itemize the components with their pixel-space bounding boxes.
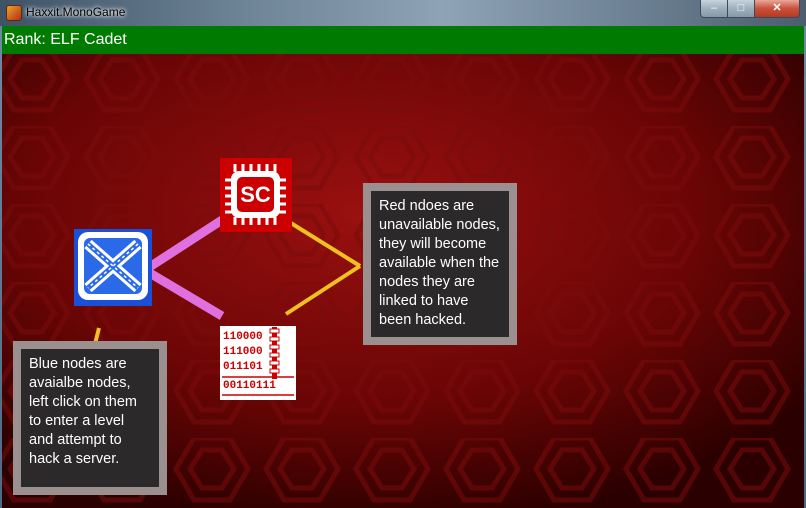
binary-line-4: 00110111: [223, 380, 276, 392]
blue-nodes-tutorial-text: Blue nodes are avaialbe nodes, left clic…: [21, 349, 159, 487]
close-button[interactable]: ✕: [754, 0, 800, 18]
red-nodes-tutorial-text: Red ndoes are unavailable nodes, they wi…: [371, 191, 509, 337]
binary-node[interactable]: 110000 111000 011101 00110111: [220, 326, 296, 400]
binary-line-3: 011101: [223, 361, 263, 373]
chip-node[interactable]: SC: [220, 158, 292, 232]
app-icon: [6, 5, 22, 21]
blue-nodes-tutorial-box: Blue nodes are avaialbe nodes, left clic…: [13, 341, 167, 495]
rank-bar: Rank: ELF Cadet: [2, 26, 804, 54]
title-bar[interactable]: Haxxit.MonoGame – □ ✕: [0, 0, 806, 26]
binary-line-1: 110000: [223, 331, 263, 343]
cpu-chip-icon: SC: [225, 164, 286, 225]
window-title: Haxxit.MonoGame: [26, 5, 126, 19]
maximize-button[interactable]: □: [727, 0, 755, 18]
binary-line-2: 111000: [223, 346, 263, 358]
chip-label: SC: [240, 182, 271, 207]
app-window: Haxxit.MonoGame – □ ✕ Rank: ELF Cadet SC…: [0, 0, 806, 508]
node-map: SC 110000 111000 011101 00110111 Red ndo…: [2, 54, 804, 508]
minimize-button[interactable]: –: [700, 0, 728, 18]
available-node[interactable]: [74, 229, 152, 306]
game-client-area: Rank: ELF Cadet SC 110000 111000 011101 …: [2, 26, 804, 508]
red-nodes-tutorial-box: Red ndoes are unavailable nodes, they wi…: [363, 183, 517, 345]
